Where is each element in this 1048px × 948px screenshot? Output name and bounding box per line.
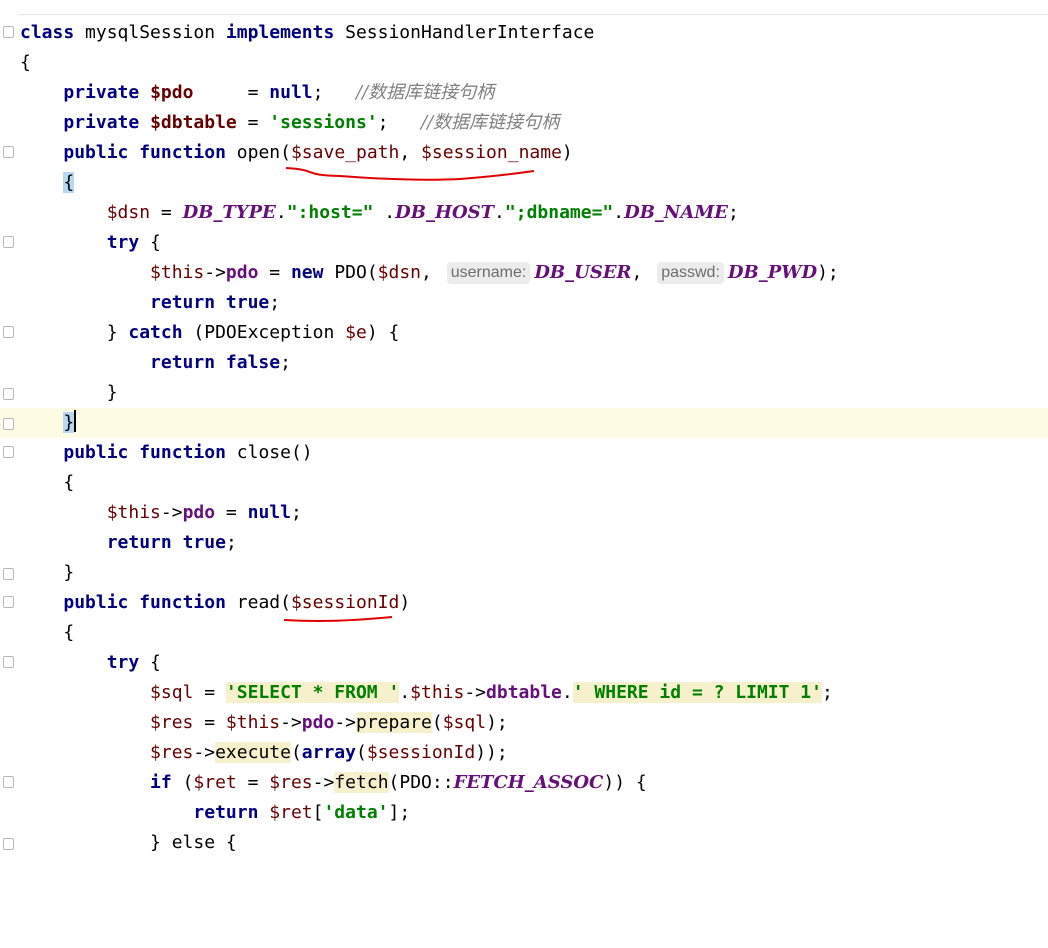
- property-pdo: $pdo: [150, 82, 194, 103]
- comment: //数据库链接句柄: [421, 112, 560, 133]
- fold-end-icon[interactable]: [3, 418, 14, 430]
- editor-top-border: [0, 14, 1048, 15]
- fold-toggle-icon[interactable]: [3, 236, 14, 248]
- property-dbtable: $dbtable: [150, 112, 237, 133]
- fold-toggle-icon[interactable]: [3, 596, 14, 608]
- code-line-1[interactable]: class mysqlSession implements SessionHan…: [0, 18, 1048, 48]
- code-line-10[interactable]: return true;: [0, 288, 1048, 318]
- code-line-20[interactable]: public function read($sessionId): [0, 588, 1048, 618]
- matched-brace: }: [63, 412, 75, 433]
- code-line-2[interactable]: {: [0, 48, 1048, 78]
- fold-end-icon[interactable]: [3, 388, 14, 400]
- code-line-25[interactable]: $res->execute(array($sessionId));: [0, 738, 1048, 768]
- comment: //数据库链接句柄: [356, 82, 495, 103]
- code-line-13[interactable]: }: [0, 378, 1048, 408]
- fold-toggle-icon[interactable]: [3, 656, 14, 668]
- code-line-26[interactable]: if ($ret = $res->fetch(PDO::FETCH_ASSOC)…: [0, 768, 1048, 798]
- matched-brace: {: [63, 172, 75, 193]
- fold-toggle-icon[interactable]: [3, 446, 14, 458]
- code-line-8[interactable]: try {: [0, 228, 1048, 258]
- fold-end-icon[interactable]: [3, 838, 14, 850]
- param-session-name: $session_name: [421, 142, 562, 163]
- code-line-16[interactable]: {: [0, 468, 1048, 498]
- function-name-open: open: [236, 142, 281, 163]
- code-line-23[interactable]: $sql = 'SELECT * FROM '.$this->dbtable.'…: [0, 678, 1048, 708]
- code-line-27[interactable]: return $ret['data'];: [0, 798, 1048, 828]
- sql-string: ' WHERE id = ? LIMIT 1': [572, 682, 822, 703]
- code-line-3[interactable]: private $pdo = null; //数据库链接句柄: [0, 78, 1048, 108]
- code-line-4[interactable]: private $dbtable = 'sessions'; //数据库链接句柄: [0, 108, 1048, 138]
- code-line-9[interactable]: $this->pdo = new PDO($dsn, username: DB_U…: [0, 258, 1048, 288]
- fold-toggle-icon[interactable]: [3, 326, 14, 338]
- code-line-28[interactable]: } else {: [0, 828, 1048, 858]
- fold-toggle-icon[interactable]: [3, 776, 14, 788]
- code-line-21[interactable]: {: [0, 618, 1048, 648]
- text-caret: [74, 410, 77, 432]
- function-name-read: read: [236, 592, 281, 613]
- sql-string: 'SELECT * FROM ': [225, 682, 400, 703]
- keyword-private: private: [63, 82, 140, 103]
- code-line-11[interactable]: } catch (PDOException $e) {: [0, 318, 1048, 348]
- code-editor[interactable]: class mysqlSession implements SessionHan…: [0, 18, 1048, 856]
- param-hint-passwd: passwd:: [657, 262, 724, 284]
- code-line-19[interactable]: }: [0, 558, 1048, 588]
- param-session-id: $sessionId: [290, 592, 400, 613]
- param-hint-username: username:: [446, 262, 531, 284]
- param-save-path: $save_path: [290, 142, 400, 163]
- code-line-14-current[interactable]: }: [0, 408, 1048, 438]
- code-line-6[interactable]: {: [0, 168, 1048, 198]
- code-line-5[interactable]: public function open($save_path, $sessio…: [0, 138, 1048, 168]
- code-line-7[interactable]: $dsn = DB_TYPE.":host=" .DB_HOST.";dbnam…: [0, 198, 1048, 228]
- fold-toggle-icon[interactable]: [3, 146, 14, 158]
- code-line-22[interactable]: try {: [0, 648, 1048, 678]
- code-line-15[interactable]: public function close(): [0, 438, 1048, 468]
- code-line-17[interactable]: $this->pdo = null;: [0, 498, 1048, 528]
- fold-toggle-icon[interactable]: [3, 26, 14, 38]
- code-line-24[interactable]: $res = $this->pdo->prepare($sql);: [0, 708, 1048, 738]
- code-line-12[interactable]: return false;: [0, 348, 1048, 378]
- fold-end-icon[interactable]: [3, 568, 14, 580]
- code-line-18[interactable]: return true;: [0, 528, 1048, 558]
- function-name-close: close(): [236, 442, 313, 463]
